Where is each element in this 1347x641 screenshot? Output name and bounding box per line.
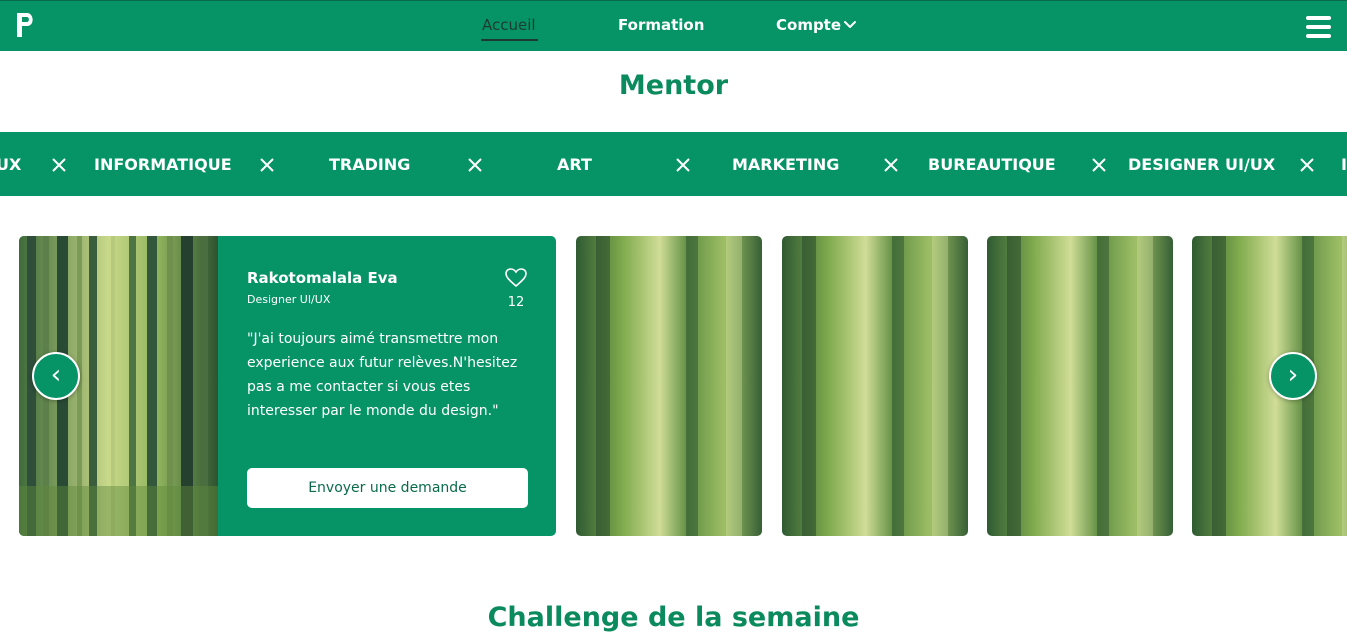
featured-mentor-card: Rakotomalala Eva Designer UI/UX 12 "J'ai… <box>19 236 556 536</box>
carousel-next-button[interactable]: › <box>1269 352 1317 400</box>
mentor-card[interactable] <box>1192 236 1347 536</box>
logo-p-icon[interactable] <box>14 10 38 40</box>
bamboo-forest-photo-blurred <box>987 236 1173 536</box>
section-title-challenge: Challenge de la semaine <box>487 602 860 633</box>
mentor-role: Designer UI/UX <box>247 293 331 306</box>
mentor-card[interactable] <box>987 236 1173 536</box>
marquee-item[interactable]: MARKETING <box>732 155 839 174</box>
cross-separator-icon <box>676 158 690 172</box>
bamboo-forest-photo-blurred <box>576 236 762 536</box>
bamboo-forest-photo-blurred <box>782 236 968 536</box>
marquee-item[interactable]: BUREAUTIQUE <box>928 155 1056 174</box>
like-count: 12 <box>507 295 525 310</box>
mentor-name: Rakotomalala Eva <box>247 269 398 287</box>
carousel-prev-button[interactable]: ‹ <box>32 352 80 400</box>
page-title: Mentor <box>618 70 729 101</box>
nav-link-compte[interactable]: Compte <box>776 16 841 34</box>
mentor-quote: "J'ai toujours aimé transmettre mon expe… <box>247 331 518 419</box>
bamboo-forest-photo-blurred <box>1192 236 1347 536</box>
marquee-item[interactable]: I <box>1341 155 1347 174</box>
nav-link-accueil[interactable]: Accueil <box>482 16 536 34</box>
category-marquee: UX INFORMATIQUE TRADING ART MARKETING BU… <box>0 132 1347 196</box>
marquee-item[interactable]: UX <box>0 155 21 174</box>
cross-separator-icon <box>1092 158 1106 172</box>
chevron-down-icon[interactable] <box>843 20 857 30</box>
marquee-item[interactable]: INFORMATIQUE <box>94 155 232 174</box>
cross-separator-icon <box>260 158 274 172</box>
heart-icon[interactable] <box>505 268 527 288</box>
cross-separator-icon <box>884 158 898 172</box>
nav-link-formation[interactable]: Formation <box>618 16 704 34</box>
hamburger-menu-icon[interactable] <box>1306 15 1331 39</box>
send-request-button[interactable]: Envoyer une demande <box>247 468 528 508</box>
marquee-item[interactable]: TRADING <box>329 155 410 174</box>
cross-separator-icon <box>468 158 482 172</box>
cross-separator-icon <box>52 158 66 172</box>
top-navbar: Accueil Formation Compte <box>0 0 1347 51</box>
marquee-item[interactable]: DESIGNER UI/UX <box>1128 155 1275 174</box>
cross-separator-icon <box>1300 158 1314 172</box>
marquee-item[interactable]: ART <box>557 155 592 174</box>
mentor-card[interactable] <box>782 236 968 536</box>
active-nav-underline <box>481 39 538 41</box>
mentor-card[interactable] <box>576 236 762 536</box>
